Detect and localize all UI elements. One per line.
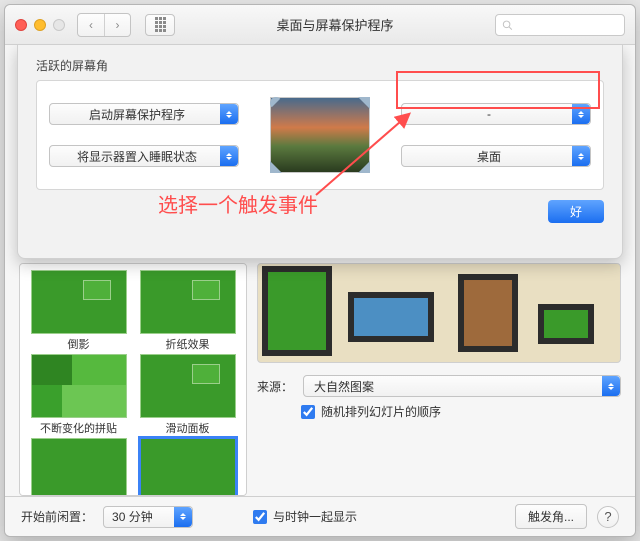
screensaver-pane: 倒影 折纸效果 不断变化的拼贴 滑动面板 照片悬挂装饰 节日悬挂装饰 来源： 大… xyxy=(5,259,635,496)
window-title: 桌面与屏幕保护程序 xyxy=(183,15,487,34)
sheet-title: 活跃的屏幕角 xyxy=(36,57,604,74)
list-item[interactable]: 不断变化的拼贴 xyxy=(26,354,131,434)
display-thumbnail xyxy=(270,97,370,173)
corner-top-right-dropdown[interactable]: - xyxy=(401,103,591,125)
titlebar: ‹ › 桌面与屏幕保护程序 xyxy=(5,5,635,45)
list-item[interactable]: 倒影 xyxy=(26,270,131,350)
screensaver-list[interactable]: 倒影 折纸效果 不断变化的拼贴 滑动面板 照片悬挂装饰 节日悬挂装饰 xyxy=(19,263,247,496)
hot-corners-button[interactable]: 触发角... xyxy=(515,504,587,529)
corner-top-left-dropdown[interactable]: 启动屏幕保护程序 xyxy=(49,103,239,125)
corner-bottom-left-dropdown[interactable]: 将显示器置入睡眠状态 xyxy=(49,145,239,167)
help-button[interactable]: ? xyxy=(597,506,619,528)
nav-back-forward: ‹ › xyxy=(77,13,131,37)
prefs-window: ‹ › 桌面与屏幕保护程序 倒影 折纸效果 不断变化的拼贴 滑动面板 照片悬挂装… xyxy=(4,4,636,537)
search-field[interactable] xyxy=(495,14,625,36)
shuffle-input[interactable] xyxy=(301,405,315,419)
list-item[interactable]: 折纸效果 xyxy=(135,270,240,350)
grid-icon xyxy=(155,17,166,32)
list-item[interactable]: 照片悬挂装饰 xyxy=(26,438,131,496)
source-label: 来源： xyxy=(257,378,293,395)
search-input[interactable] xyxy=(517,18,619,32)
forward-button[interactable]: › xyxy=(104,14,130,36)
annotation-text: 选择一个触发事件 xyxy=(158,189,318,218)
list-item[interactable]: 滑动面板 xyxy=(135,354,240,434)
start-after-label: 开始前闲置： xyxy=(21,508,93,525)
window-controls xyxy=(15,19,65,31)
content-area: 倒影 折纸效果 不断变化的拼贴 滑动面板 照片悬挂装饰 节日悬挂装饰 来源： 大… xyxy=(5,45,635,536)
list-item[interactable]: 节日悬挂装饰 xyxy=(135,438,240,496)
source-dropdown[interactable]: 大自然图案 xyxy=(303,375,621,397)
preview-pane: 来源： 大自然图案 随机排列幻灯片的顺序 xyxy=(257,263,621,496)
hot-corners-sheet: 活跃的屏幕角 启动屏幕保护程序 将显示器置入睡眠状态 - 桌面 选择一个触发事件 xyxy=(17,45,623,259)
screensaver-preview xyxy=(257,263,621,363)
shuffle-checkbox[interactable]: 随机排列幻灯片的顺序 xyxy=(301,403,621,420)
show-clock-input[interactable] xyxy=(253,510,267,524)
footer: 开始前闲置： 30 分钟 与时钟一起显示 触发角... ? xyxy=(5,496,635,536)
show-clock-checkbox[interactable]: 与时钟一起显示 xyxy=(253,508,357,525)
show-all-button[interactable] xyxy=(145,14,175,36)
close-icon[interactable] xyxy=(15,19,27,31)
minimize-icon[interactable] xyxy=(34,19,46,31)
corner-bottom-right-dropdown[interactable]: 桌面 xyxy=(401,145,591,167)
zoom-icon xyxy=(53,19,65,31)
back-button[interactable]: ‹ xyxy=(78,14,104,36)
hot-corners-grid: 启动屏幕保护程序 将显示器置入睡眠状态 - 桌面 xyxy=(36,80,604,190)
start-after-dropdown[interactable]: 30 分钟 xyxy=(103,506,193,528)
ok-button[interactable]: 好 xyxy=(548,200,604,223)
search-icon xyxy=(502,19,513,31)
